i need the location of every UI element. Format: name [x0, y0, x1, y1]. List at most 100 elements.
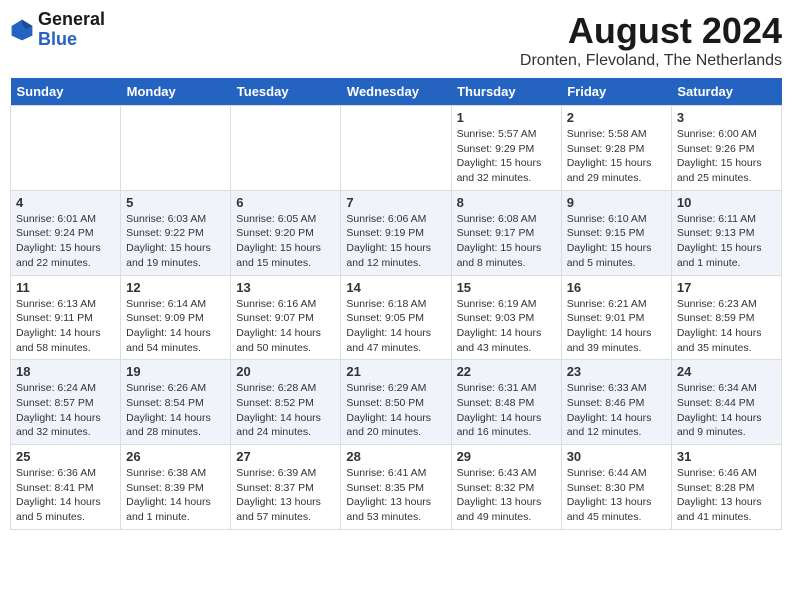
calendar-cell	[231, 106, 341, 191]
cell-content: Sunrise: 6:18 AM Sunset: 9:05 PM Dayligh…	[346, 297, 445, 356]
calendar-cell: 6 Sunrise: 6:05 AM Sunset: 9:20 PM Daylig…	[231, 190, 341, 275]
day-number: 18	[16, 364, 115, 379]
calendar-week-row: 11 Sunrise: 6:13 AM Sunset: 9:11 PM Dayli…	[11, 275, 782, 360]
cell-content: Sunrise: 5:58 AM Sunset: 9:28 PM Dayligh…	[567, 127, 666, 186]
calendar-week-row: 4 Sunrise: 6:01 AM Sunset: 9:24 PM Daylig…	[11, 190, 782, 275]
cell-content: Sunrise: 6:01 AM Sunset: 9:24 PM Dayligh…	[16, 212, 115, 271]
day-number: 3	[677, 110, 776, 125]
day-number: 12	[126, 280, 225, 295]
logo: General Blue	[10, 10, 105, 50]
day-number: 23	[567, 364, 666, 379]
calendar-cell: 19 Sunrise: 6:26 AM Sunset: 8:54 PM Dayli…	[121, 360, 231, 445]
calendar-cell: 3Sunrise: 6:00 AM Sunset: 9:26 PM Daylig…	[671, 106, 781, 191]
day-number: 27	[236, 449, 335, 464]
day-number: 17	[677, 280, 776, 295]
day-number: 28	[346, 449, 445, 464]
calendar-cell: 16Sunrise: 6:21 AM Sunset: 9:01 PM Dayli…	[561, 275, 671, 360]
day-number: 15	[457, 280, 556, 295]
cell-content: Sunrise: 6:14 AM Sunset: 9:09 PM Dayligh…	[126, 297, 225, 356]
calendar-cell: 10 Sunrise: 6:11 AM Sunset: 9:13 PM Dayli…	[671, 190, 781, 275]
cell-content: Sunrise: 6:29 AM Sunset: 8:50 PM Dayligh…	[346, 381, 445, 440]
day-number: 31	[677, 449, 776, 464]
calendar-cell: 20 Sunrise: 6:28 AM Sunset: 8:52 PM Dayli…	[231, 360, 341, 445]
logo-icon	[10, 18, 34, 42]
calendar-cell: 7 Sunrise: 6:06 AM Sunset: 9:19 PM Daylig…	[341, 190, 451, 275]
day-number: 11	[16, 280, 115, 295]
cell-content: Sunrise: 5:57 AM Sunset: 9:29 PM Dayligh…	[457, 127, 556, 186]
day-number: 2	[567, 110, 666, 125]
cell-content: Sunrise: 6:16 AM Sunset: 9:07 PM Dayligh…	[236, 297, 335, 356]
calendar-week-row: 18Sunrise: 6:24 AM Sunset: 8:57 PM Dayli…	[11, 360, 782, 445]
cell-content: Sunrise: 6:31 AM Sunset: 8:48 PM Dayligh…	[457, 381, 556, 440]
calendar-cell: 22 Sunrise: 6:31 AM Sunset: 8:48 PM Dayli…	[451, 360, 561, 445]
calendar-cell: 5Sunrise: 6:03 AM Sunset: 9:22 PM Daylig…	[121, 190, 231, 275]
calendar-cell: 13Sunrise: 6:16 AM Sunset: 9:07 PM Dayli…	[231, 275, 341, 360]
page-header: General Blue August 2024 Dronten, Flevol…	[10, 10, 782, 70]
calendar-cell: 31 Sunrise: 6:46 AM Sunset: 8:28 PM Dayli…	[671, 445, 781, 530]
cell-content: Sunrise: 6:26 AM Sunset: 8:54 PM Dayligh…	[126, 381, 225, 440]
calendar-cell: 23 Sunrise: 6:33 AM Sunset: 8:46 PM Dayli…	[561, 360, 671, 445]
day-number: 24	[677, 364, 776, 379]
calendar-cell: 25 Sunrise: 6:36 AM Sunset: 8:41 PM Dayli…	[11, 445, 121, 530]
cell-content: Sunrise: 6:21 AM Sunset: 9:01 PM Dayligh…	[567, 297, 666, 356]
cell-content: Sunrise: 6:11 AM Sunset: 9:13 PM Dayligh…	[677, 212, 776, 271]
calendar-week-row: 1Sunrise: 5:57 AM Sunset: 9:29 PM Daylig…	[11, 106, 782, 191]
calendar-cell: 8Sunrise: 6:08 AM Sunset: 9:17 PM Daylig…	[451, 190, 561, 275]
day-number: 4	[16, 195, 115, 210]
day-number: 25	[16, 449, 115, 464]
title-block: August 2024 Dronten, Flevoland, The Neth…	[520, 10, 782, 70]
location: Dronten, Flevoland, The Netherlands	[520, 52, 782, 70]
cell-content: Sunrise: 6:19 AM Sunset: 9:03 PM Dayligh…	[457, 297, 556, 356]
column-header-monday: Monday	[121, 78, 231, 106]
cell-content: Sunrise: 6:10 AM Sunset: 9:15 PM Dayligh…	[567, 212, 666, 271]
calendar-cell: 28Sunrise: 6:41 AM Sunset: 8:35 PM Dayli…	[341, 445, 451, 530]
day-number: 22	[457, 364, 556, 379]
column-header-friday: Friday	[561, 78, 671, 106]
cell-content: Sunrise: 6:28 AM Sunset: 8:52 PM Dayligh…	[236, 381, 335, 440]
day-number: 14	[346, 280, 445, 295]
calendar-cell: 1Sunrise: 5:57 AM Sunset: 9:29 PM Daylig…	[451, 106, 561, 191]
day-number: 5	[126, 195, 225, 210]
calendar-cell: 4 Sunrise: 6:01 AM Sunset: 9:24 PM Daylig…	[11, 190, 121, 275]
day-number: 26	[126, 449, 225, 464]
calendar-header-row: SundayMondayTuesdayWednesdayThursdayFrid…	[11, 78, 782, 106]
day-number: 7	[346, 195, 445, 210]
cell-content: Sunrise: 6:33 AM Sunset: 8:46 PM Dayligh…	[567, 381, 666, 440]
calendar-cell: 14 Sunrise: 6:18 AM Sunset: 9:05 PM Dayli…	[341, 275, 451, 360]
day-number: 19	[126, 364, 225, 379]
cell-content: Sunrise: 6:13 AM Sunset: 9:11 PM Dayligh…	[16, 297, 115, 356]
calendar-cell	[11, 106, 121, 191]
calendar-table: SundayMondayTuesdayWednesdayThursdayFrid…	[10, 78, 782, 530]
calendar-cell: 11 Sunrise: 6:13 AM Sunset: 9:11 PM Dayli…	[11, 275, 121, 360]
cell-content: Sunrise: 6:05 AM Sunset: 9:20 PM Dayligh…	[236, 212, 335, 271]
day-number: 10	[677, 195, 776, 210]
calendar-cell	[121, 106, 231, 191]
calendar-cell: 24Sunrise: 6:34 AM Sunset: 8:44 PM Dayli…	[671, 360, 781, 445]
calendar-week-row: 25 Sunrise: 6:36 AM Sunset: 8:41 PM Dayli…	[11, 445, 782, 530]
column-header-tuesday: Tuesday	[231, 78, 341, 106]
calendar-cell: 2 Sunrise: 5:58 AM Sunset: 9:28 PM Daylig…	[561, 106, 671, 191]
month-year: August 2024	[520, 10, 782, 52]
calendar-cell: 27Sunrise: 6:39 AM Sunset: 8:37 PM Dayli…	[231, 445, 341, 530]
day-number: 21	[346, 364, 445, 379]
calendar-cell: 21 Sunrise: 6:29 AM Sunset: 8:50 PM Dayli…	[341, 360, 451, 445]
cell-content: Sunrise: 6:36 AM Sunset: 8:41 PM Dayligh…	[16, 466, 115, 525]
cell-content: Sunrise: 6:06 AM Sunset: 9:19 PM Dayligh…	[346, 212, 445, 271]
day-number: 6	[236, 195, 335, 210]
column-header-saturday: Saturday	[671, 78, 781, 106]
day-number: 20	[236, 364, 335, 379]
cell-content: Sunrise: 6:46 AM Sunset: 8:28 PM Dayligh…	[677, 466, 776, 525]
day-number: 8	[457, 195, 556, 210]
calendar-cell: 17Sunrise: 6:23 AM Sunset: 8:59 PM Dayli…	[671, 275, 781, 360]
calendar-cell: 18Sunrise: 6:24 AM Sunset: 8:57 PM Dayli…	[11, 360, 121, 445]
column-header-thursday: Thursday	[451, 78, 561, 106]
day-number: 30	[567, 449, 666, 464]
column-header-wednesday: Wednesday	[341, 78, 451, 106]
calendar-cell: 15 Sunrise: 6:19 AM Sunset: 9:03 PM Dayli…	[451, 275, 561, 360]
calendar-cell	[341, 106, 451, 191]
calendar-cell: 12 Sunrise: 6:14 AM Sunset: 9:09 PM Dayli…	[121, 275, 231, 360]
calendar-cell: 9Sunrise: 6:10 AM Sunset: 9:15 PM Daylig…	[561, 190, 671, 275]
calendar-cell: 26Sunrise: 6:38 AM Sunset: 8:39 PM Dayli…	[121, 445, 231, 530]
cell-content: Sunrise: 6:44 AM Sunset: 8:30 PM Dayligh…	[567, 466, 666, 525]
column-header-sunday: Sunday	[11, 78, 121, 106]
